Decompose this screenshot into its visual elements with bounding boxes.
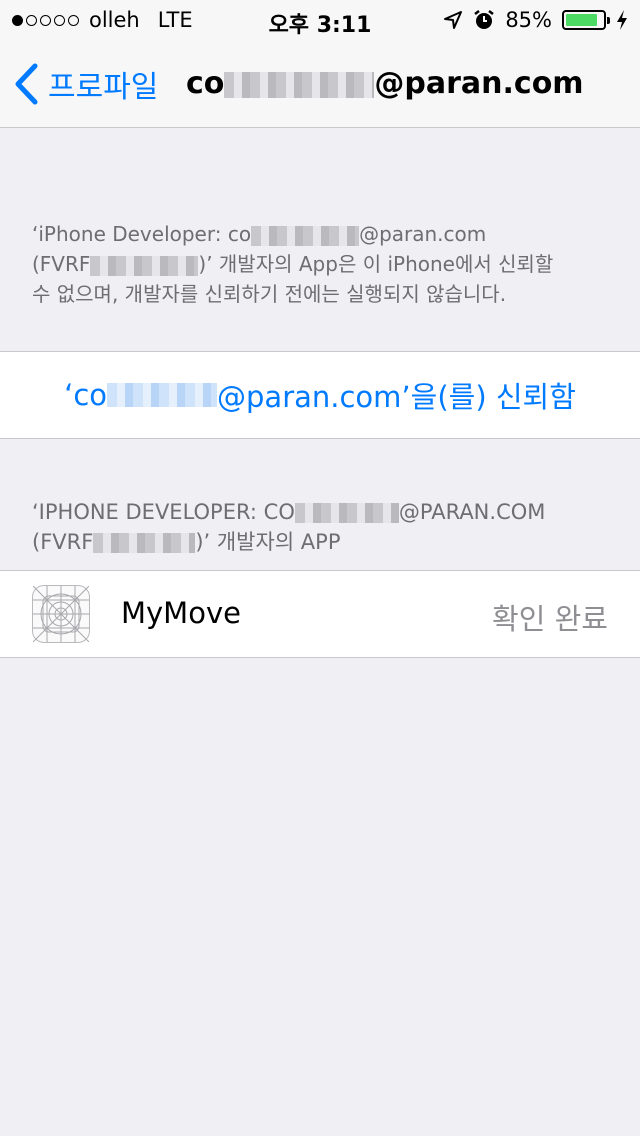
redacted-email-block <box>224 71 375 98</box>
app-placeholder-icon <box>32 585 90 643</box>
description-line1-prefix: ‘iPhone Developer: co <box>32 222 252 246</box>
back-button[interactable]: 프로파일 <box>14 62 158 106</box>
status-bar: olleh LTE 오후 3:11 85% <box>0 0 640 40</box>
battery-level-fill <box>566 14 597 26</box>
apps-section-header: ‘IPHONE DEVELOPER: CO @PARAN.COM (FVRF )’ … <box>32 497 616 557</box>
redacted-email-block <box>107 383 218 407</box>
page-title: co @paran.com <box>186 66 584 101</box>
trust-description: ‘iPhone Developer: co @paran.com (FVRF )’ … <box>32 219 616 309</box>
description-line3: 수 없으며, 개발자를 신뢰하기 전에는 실행되지 않습니다. <box>32 282 507 306</box>
back-button-label: 프로파일 <box>48 70 159 105</box>
battery-percent: 85% <box>505 8 552 32</box>
redacted-id-block <box>90 255 199 276</box>
redacted-id-block <box>93 533 196 553</box>
list-item[interactable]: MyMove 확인 완료 <box>0 570 640 658</box>
title-suffix: @paran.com <box>374 66 584 101</box>
apps-header-line2-suffix: )’ 개발자의 APP <box>195 530 341 554</box>
apps-header-line1-suffix: @PARAN.COM <box>398 500 546 524</box>
app-status: 확인 완료 <box>492 602 608 636</box>
navigation-bar: 프로파일 co @paran.com <box>0 40 640 128</box>
redacted-email-block <box>294 503 399 523</box>
description-line2-suffix: )’ 개발자의 App은 이 iPhone에서 신뢰할 <box>198 252 554 276</box>
status-right: 85% <box>443 8 628 32</box>
redacted-email-block <box>251 225 360 246</box>
apps-header-line1-prefix: ‘IPHONE DEVELOPER: CO <box>32 500 295 524</box>
description-line1-suffix: @paran.com <box>359 222 487 246</box>
location-arrow-icon <box>444 11 463 29</box>
trust-button-suffix: @paran.com’을(를) 신뢰함 <box>217 380 576 414</box>
trust-developer-button[interactable]: ‘co @paran.com’을(를) 신뢰함 <box>0 351 640 439</box>
title-prefix: co <box>186 66 225 101</box>
charging-bolt-icon <box>617 10 627 30</box>
apps-header-line2-prefix: (FVRF <box>32 530 94 554</box>
battery-icon <box>562 10 610 30</box>
trust-button-prefix: ‘co <box>64 378 108 412</box>
alarm-clock-icon <box>474 10 495 29</box>
chevron-left-icon <box>15 63 38 105</box>
description-line2-prefix: (FVRF <box>32 252 91 276</box>
app-name: MyMove <box>121 596 241 630</box>
